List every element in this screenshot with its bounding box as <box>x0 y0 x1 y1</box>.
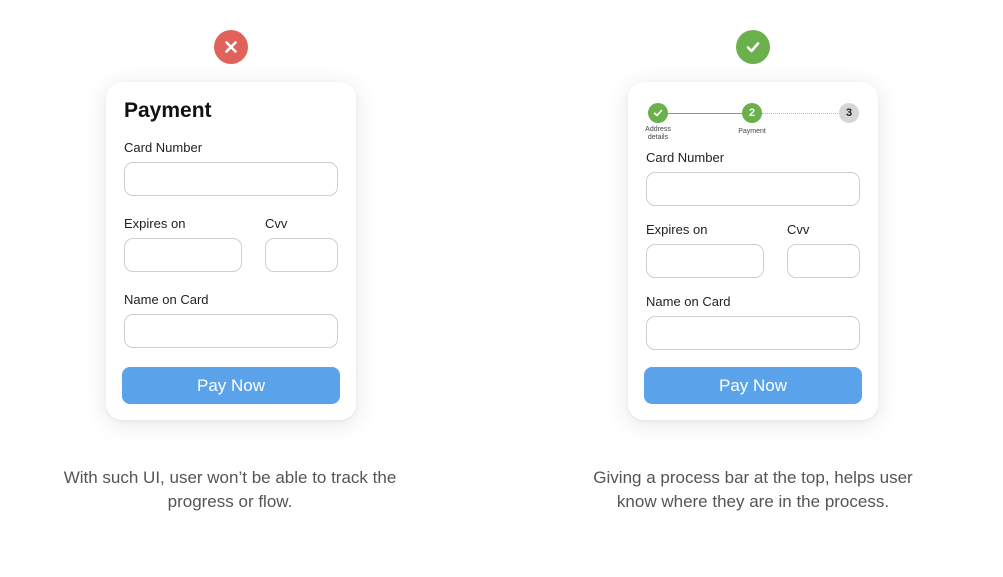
card-number-field[interactable] <box>124 162 338 196</box>
progress-line-upcoming <box>762 113 840 114</box>
pay-now-button[interactable]: Pay Now <box>122 367 340 404</box>
expires-on-field[interactable] <box>124 238 242 272</box>
cvv-label: Cvv <box>265 216 288 231</box>
card-number-label: Card Number <box>646 150 725 165</box>
step-label-line: Address <box>645 126 671 133</box>
page-title: Payment <box>124 99 212 122</box>
expires-on-label: Expires on <box>646 222 708 237</box>
cvv-field[interactable] <box>787 244 860 278</box>
good-example-check-icon <box>736 30 770 64</box>
check-icon <box>653 109 663 117</box>
expires-on-label: Expires on <box>124 216 186 231</box>
cvv-field[interactable] <box>265 238 338 272</box>
step-label-line: details <box>647 134 669 141</box>
name-on-card-label: Name on Card <box>646 294 731 309</box>
expires-on-field[interactable] <box>646 244 764 278</box>
check-icon <box>746 42 760 53</box>
caption-line: With such UI, user won’t be able to trac… <box>63 468 397 487</box>
step-1-complete <box>648 103 668 123</box>
step-2-label: Payment <box>738 128 766 135</box>
caption-line: progress or flow. <box>167 492 293 511</box>
cvv-label: Cvv <box>787 222 810 237</box>
name-on-card-field[interactable] <box>646 316 860 350</box>
card-number-field[interactable] <box>646 172 860 206</box>
good-example-caption: Giving a process bar at the top, helps u… <box>553 466 953 514</box>
name-on-card-field[interactable] <box>124 314 338 348</box>
caption-line: Giving a process bar at the top, helps u… <box>593 468 913 487</box>
name-on-card-label: Name on Card <box>124 292 209 307</box>
step-3-upcoming: 3 <box>839 103 859 123</box>
payment-card-without-progress: Payment Card Number Expires on Cvv Name … <box>106 82 356 420</box>
close-icon <box>225 41 237 53</box>
progress-line-complete <box>667 113 754 114</box>
bad-example-caption: With such UI, user won’t be able to trac… <box>30 466 430 514</box>
payment-card-with-progress: Address details 2 Payment 3 Card Number … <box>628 82 878 420</box>
step-2-current: 2 <box>742 103 762 123</box>
bad-example-close-icon <box>214 30 248 64</box>
caption-line: know where they are in the process. <box>616 492 890 511</box>
pay-now-button[interactable]: Pay Now <box>644 367 862 404</box>
card-number-label: Card Number <box>124 140 203 155</box>
step-1-label: Address details <box>638 126 678 142</box>
